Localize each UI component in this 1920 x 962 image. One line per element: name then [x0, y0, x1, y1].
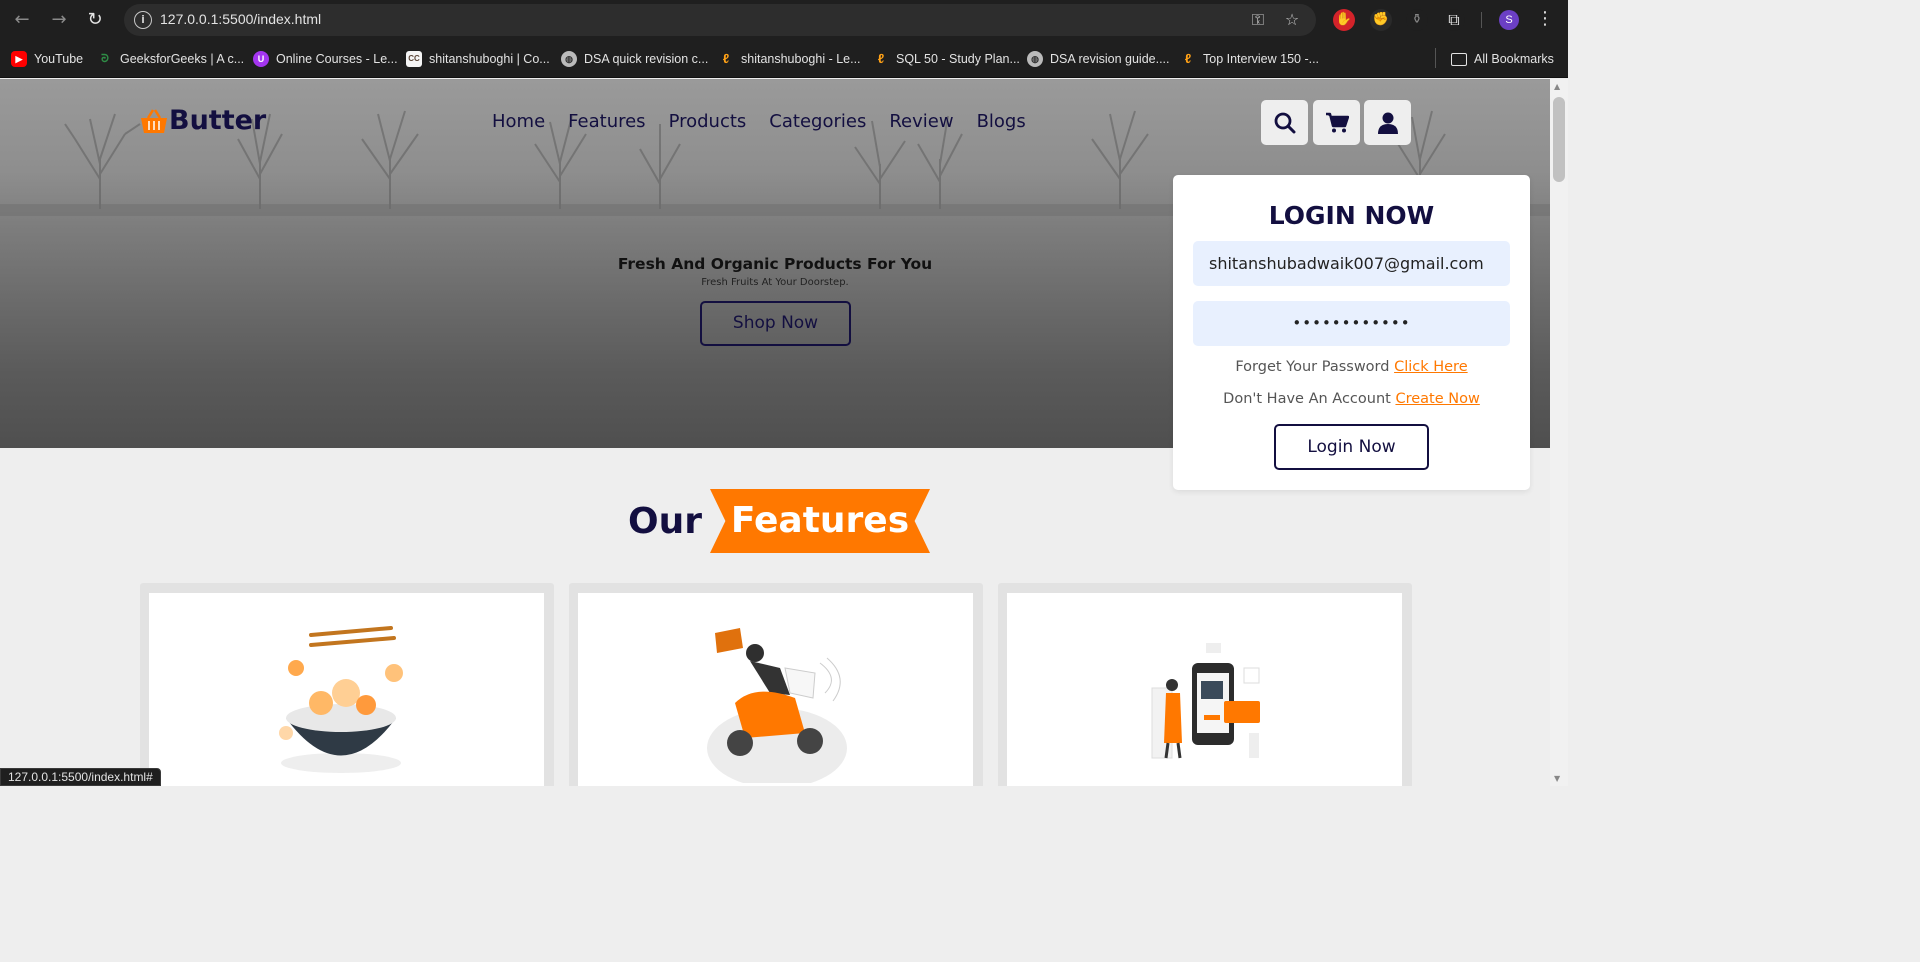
- profile-avatar[interactable]: S: [1499, 10, 1519, 30]
- brand-name: Butter: [169, 105, 267, 136]
- browser-menu-icon[interactable]: ⋮: [1536, 8, 1554, 29]
- search-icon: [1274, 112, 1295, 133]
- hero-title: Fresh And Organic Products For You: [617, 255, 933, 273]
- bookmark-youtube[interactable]: ▶ YouTube: [11, 50, 83, 68]
- forgot-password-text: Forget Your Password: [1235, 359, 1390, 375]
- email-field[interactable]: shitanshubadwaik007@gmail.com: [1193, 241, 1510, 286]
- all-bookmarks-label: All Bookmarks: [1474, 52, 1554, 66]
- create-account-line: Don't Have An Account Create Now: [1173, 391, 1530, 407]
- bookmark-udemy[interactable]: U Online Courses - Le...: [253, 50, 398, 68]
- password-field[interactable]: ••••••••••••: [1193, 301, 1510, 346]
- bookmarks-divider: [1435, 48, 1436, 68]
- user-button[interactable]: [1364, 100, 1411, 145]
- hero-subtitle: Fresh Fruits At Your Doorstep.: [701, 277, 849, 288]
- leetcode-icon: ℓ: [1184, 51, 1192, 66]
- bookmark-star-icon[interactable]: ☆: [1282, 10, 1302, 30]
- extension-lamp-icon[interactable]: ⚱: [1406, 9, 1428, 31]
- link-status-bar: 127.0.0.1:5500/index.html#: [0, 768, 161, 786]
- leetcode-icon: ℓ: [877, 51, 885, 66]
- features-heading: Our Features: [628, 489, 930, 553]
- basket-icon: [141, 108, 167, 133]
- bookmark-dsa-quick[interactable]: ◍ DSA quick revision c...: [561, 50, 708, 68]
- create-account-text: Don't Have An Account: [1223, 391, 1391, 407]
- bookmark-top-interview[interactable]: ℓ Top Interview 150 -...: [1180, 50, 1319, 68]
- cart-button[interactable]: [1313, 100, 1360, 145]
- all-bookmarks[interactable]: All Bookmarks: [1451, 50, 1554, 68]
- bookmark-sql50[interactable]: ℓ SQL 50 - Study Plan...: [873, 50, 1020, 68]
- heading-plain: Our: [628, 500, 702, 542]
- youtube-icon: ▶: [11, 51, 27, 67]
- leetcode-icon: ℓ: [722, 51, 730, 66]
- password-key-icon[interactable]: ⚿: [1248, 10, 1268, 30]
- bookmark-label: YouTube: [34, 52, 84, 66]
- globe-icon: ◍: [561, 51, 577, 67]
- site-logo[interactable]: Butter: [140, 105, 266, 136]
- bookmark-label: shitanshuboghi | Co...: [429, 52, 550, 66]
- scroll-up-icon[interactable]: ▲: [1554, 82, 1560, 91]
- folder-icon: [1451, 52, 1467, 66]
- shop-now-button[interactable]: Shop Now: [700, 301, 851, 346]
- create-account-link[interactable]: Create Now: [1395, 391, 1479, 407]
- nav-blogs[interactable]: Blogs: [977, 111, 1026, 132]
- web-page: Butter Home Features Products Categories…: [0, 79, 1550, 786]
- nav-home[interactable]: Home: [492, 111, 545, 132]
- login-submit-button[interactable]: Login Now: [1274, 424, 1429, 470]
- nav-products[interactable]: Products: [669, 111, 747, 132]
- bookmarks-bar: ▶ YouTube ᘒ GeeksforGeeks | A c... U Onl…: [0, 40, 1568, 78]
- heading-highlight: Features: [730, 500, 910, 541]
- nav-categories[interactable]: Categories: [769, 111, 866, 132]
- toolbar-divider: [1481, 12, 1482, 28]
- bookmark-label: SQL 50 - Study Plan...: [896, 52, 1020, 66]
- adblock-extension-icon[interactable]: ✋: [1333, 9, 1355, 31]
- mobile-payment-illustration: [1151, 643, 1260, 759]
- cart-icon: [1325, 112, 1349, 132]
- bookmark-codechef[interactable]: CC shitanshuboghi | Co...: [406, 50, 550, 68]
- extensions-puzzle-icon[interactable]: ⧉: [1443, 9, 1465, 31]
- scroll-down-icon[interactable]: ▼: [1554, 774, 1560, 783]
- feature-card: [998, 583, 1412, 786]
- bookmark-label: DSA revision guide....: [1050, 52, 1170, 66]
- bookmark-label: GeeksforGeeks | A c...: [120, 52, 245, 66]
- scrollbar-thumb[interactable]: [1553, 97, 1565, 182]
- forward-icon[interactable]: →: [47, 8, 71, 32]
- extension-icon[interactable]: ✊: [1370, 9, 1392, 31]
- codechef-icon: CC: [406, 51, 422, 67]
- heading-ribbon: Features: [710, 489, 930, 553]
- page-scrollbar[interactable]: ▲ ▼: [1550, 79, 1568, 786]
- feature-card: [569, 583, 983, 786]
- forgot-password-line: Forget Your Password Click Here: [1173, 359, 1530, 375]
- site-info-icon[interactable]: i: [134, 11, 152, 29]
- hero-content: Fresh And Organic Products For You Fresh…: [575, 255, 975, 288]
- login-form: LOGIN NOW shitanshubadwaik007@gmail.com …: [1173, 175, 1530, 490]
- bookmark-label: Online Courses - Le...: [276, 52, 398, 66]
- bookmark-label: shitanshuboghi - Le...: [741, 52, 861, 66]
- bookmark-label: Top Interview 150 -...: [1203, 52, 1320, 66]
- feature-card: [140, 583, 554, 786]
- forgot-password-link[interactable]: Click Here: [1394, 359, 1468, 375]
- login-title: LOGIN NOW: [1268, 201, 1435, 230]
- user-icon: [1377, 112, 1398, 134]
- address-bar-url[interactable]: 127.0.0.1:5500/index.html: [160, 11, 321, 27]
- udemy-icon: U: [253, 51, 269, 67]
- main-nav: Home Features Products Categories Review…: [492, 111, 1049, 132]
- bookmark-dsa-revision[interactable]: ◍ DSA revision guide....: [1027, 50, 1170, 68]
- nav-features[interactable]: Features: [568, 111, 645, 132]
- delivery-scooter-illustration: [707, 628, 847, 783]
- search-button[interactable]: [1261, 100, 1308, 145]
- bookmark-geeksforgeeks[interactable]: ᘒ GeeksforGeeks | A c...: [97, 50, 244, 68]
- browser-toolbar: ← → ↻ i 127.0.0.1:5500/index.html ⚿ ☆ ✋ …: [0, 0, 1568, 40]
- bookmark-label: DSA quick revision c...: [584, 52, 709, 66]
- food-bowl-illustration: [279, 626, 403, 773]
- reload-icon[interactable]: ↻: [83, 8, 107, 32]
- bookmark-leetcode-profile[interactable]: ℓ shitanshuboghi - Le...: [718, 50, 861, 68]
- address-bar[interactable]: i 127.0.0.1:5500/index.html ⚿ ☆: [124, 4, 1316, 36]
- gfg-icon: ᘒ: [101, 53, 109, 65]
- nav-review[interactable]: Review: [889, 111, 953, 132]
- globe-icon: ◍: [1027, 51, 1043, 67]
- back-icon[interactable]: ←: [10, 8, 34, 32]
